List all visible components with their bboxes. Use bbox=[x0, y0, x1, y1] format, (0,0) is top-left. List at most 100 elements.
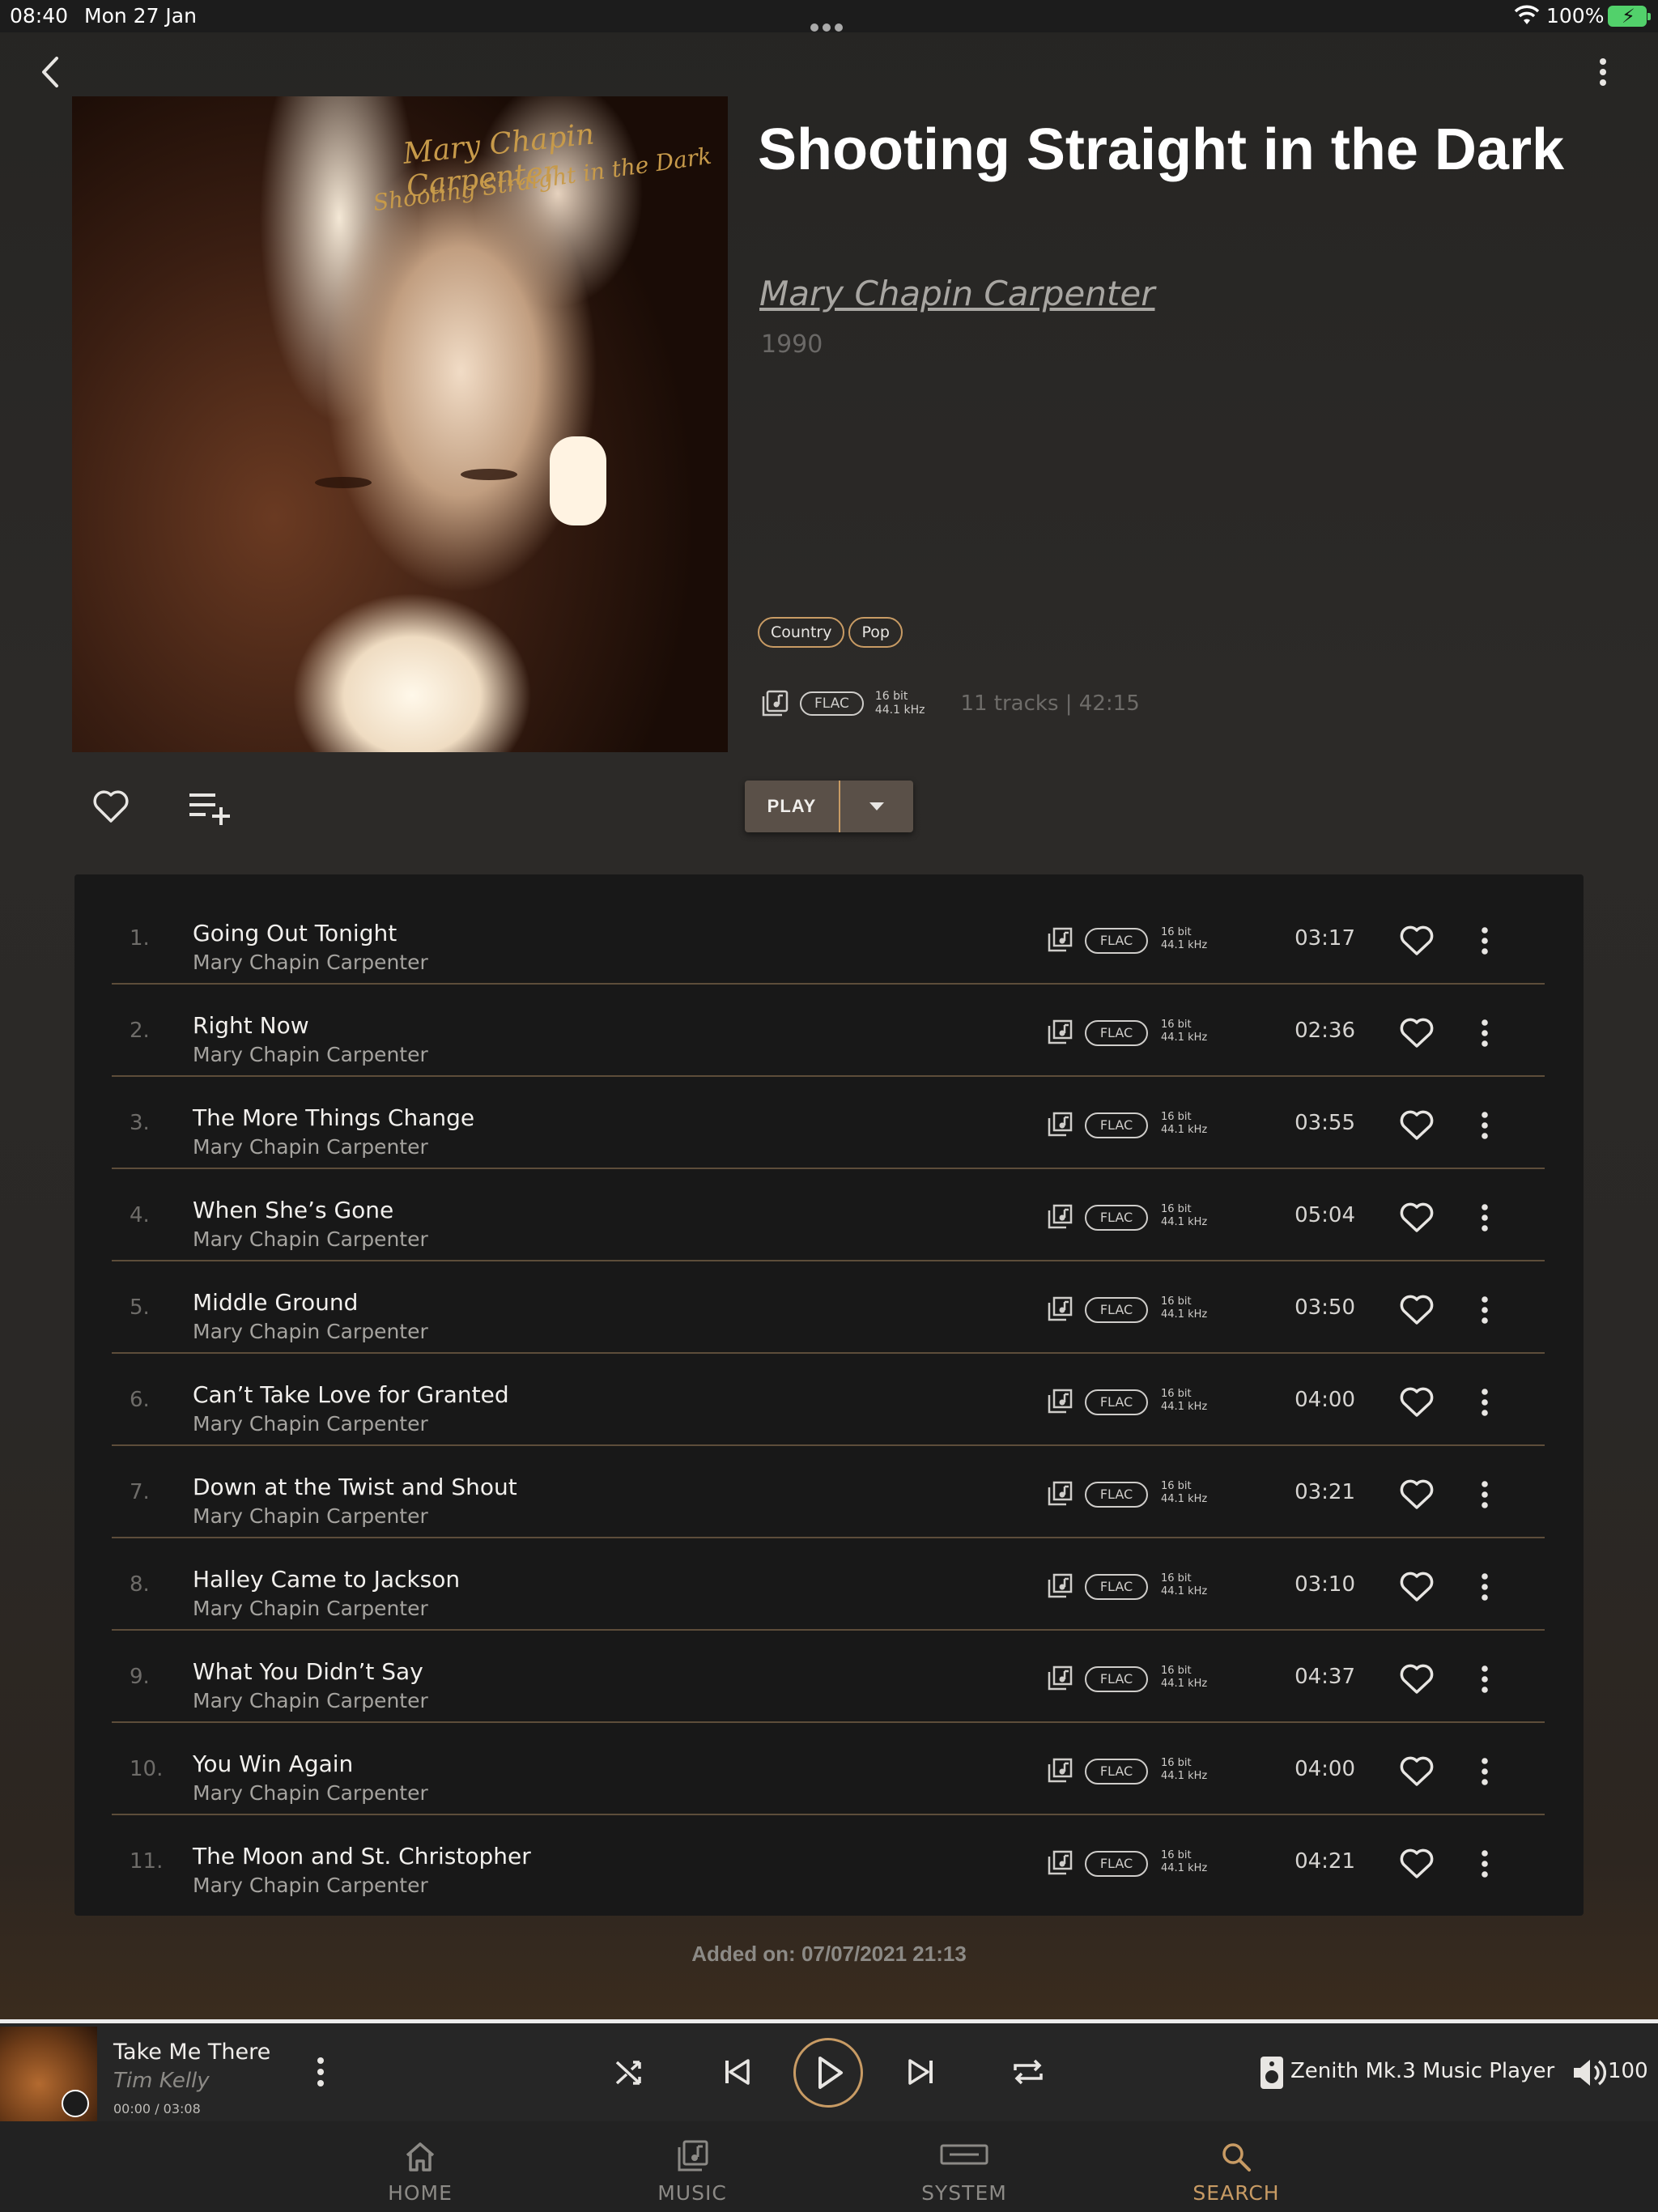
track-row[interactable]: 1. Going Out Tonight Mary Chapin Carpenter… bbox=[112, 892, 1545, 985]
track-title[interactable]: Can’t Take Love for Granted bbox=[193, 1381, 509, 1408]
library-music-icon bbox=[762, 690, 789, 717]
track-row[interactable]: 5. Middle Ground Mary Chapin Carpenter FLAC… bbox=[112, 1261, 1545, 1354]
play-options-dropdown[interactable] bbox=[840, 781, 913, 832]
format-badge: FLAC bbox=[1085, 1112, 1148, 1138]
track-row[interactable]: 7. Down at the Twist and Shout Mary Chapin… bbox=[112, 1446, 1545, 1538]
back-button[interactable] bbox=[36, 53, 65, 91]
library-music-icon bbox=[1048, 1850, 1073, 1875]
format-badge: FLAC bbox=[1085, 1482, 1148, 1508]
track-more-options-icon[interactable] bbox=[1477, 1663, 1493, 1695]
play-pause-button[interactable] bbox=[793, 2038, 863, 2108]
track-row[interactable]: 2. Right Now Mary Chapin Carpenter FLAC 16 b… bbox=[112, 985, 1545, 1077]
track-row[interactable]: 10. You Win Again Mary Chapin Carpenter FLA… bbox=[112, 1723, 1545, 1815]
track-title[interactable]: You Win Again bbox=[193, 1750, 353, 1777]
favorite-heart-icon[interactable] bbox=[1399, 1663, 1435, 1695]
track-more-options-icon[interactable] bbox=[1477, 1202, 1493, 1234]
repeat-icon[interactable] bbox=[1010, 2054, 1046, 2090]
track-title[interactable]: What You Didn’t Say bbox=[193, 1658, 423, 1685]
album-artist-link[interactable]: Mary Chapin Carpenter bbox=[759, 274, 1154, 313]
volume-icon[interactable] bbox=[1571, 2056, 1606, 2090]
tab-music-label: MUSIC bbox=[657, 2181, 727, 2205]
genre-tag-country[interactable]: Country bbox=[758, 617, 845, 648]
album-year: 1990 bbox=[761, 330, 823, 359]
favorite-heart-icon[interactable] bbox=[1399, 1571, 1435, 1603]
favorite-heart-icon[interactable] bbox=[1399, 1755, 1435, 1788]
now-playing-artwork[interactable] bbox=[0, 2027, 97, 2122]
track-row[interactable]: 6. Can’t Take Love for Granted Mary Chapin… bbox=[112, 1354, 1545, 1446]
track-more-options-icon[interactable] bbox=[1477, 1755, 1493, 1788]
track-more-options-icon[interactable] bbox=[1477, 1109, 1493, 1142]
track-more-options-icon[interactable] bbox=[1477, 1294, 1493, 1326]
format-badge: FLAC bbox=[1085, 1851, 1148, 1877]
bit-depth: 16 bit bbox=[874, 690, 908, 703]
album-cover: Mary Chapin Carpenter Shooting Straight … bbox=[72, 96, 728, 752]
favorite-heart-icon[interactable] bbox=[1399, 925, 1435, 957]
next-track-icon[interactable] bbox=[903, 2054, 939, 2090]
favorite-heart-icon[interactable] bbox=[1399, 1109, 1435, 1142]
sample-rate: 44.1 kHz bbox=[1161, 1216, 1208, 1228]
format-badge: FLAC bbox=[1085, 1666, 1148, 1692]
more-options-button[interactable] bbox=[1587, 53, 1619, 91]
previous-track-icon[interactable] bbox=[719, 2054, 755, 2090]
audio-resolution: 16 bit 44.1 kHz bbox=[1161, 1388, 1207, 1414]
favorite-heart-icon[interactable] bbox=[1399, 1294, 1435, 1326]
track-duration: 03:17 bbox=[1295, 926, 1355, 951]
track-row[interactable]: 4. When She’s Gone Mary Chapin Carpenter FL… bbox=[112, 1169, 1545, 1261]
track-more-options-icon[interactable] bbox=[1477, 1386, 1493, 1419]
home-icon bbox=[406, 2142, 435, 2172]
track-title[interactable]: The Moon and St. Christopher bbox=[193, 1843, 531, 1870]
track-duration: 04:00 bbox=[1295, 1388, 1355, 1412]
add-to-queue-icon[interactable] bbox=[188, 790, 232, 826]
favorite-heart-icon[interactable] bbox=[1399, 1202, 1435, 1234]
tab-system-label: SYSTEM bbox=[921, 2181, 1007, 2205]
multitasking-dots-icon[interactable] bbox=[810, 13, 848, 32]
tab-home[interactable]: HOME bbox=[339, 2121, 501, 2212]
play-button[interactable]: PLAY bbox=[745, 781, 840, 832]
now-playing-title[interactable]: Take Me There bbox=[113, 2040, 270, 2065]
track-title[interactable]: Middle Ground bbox=[193, 1289, 358, 1316]
track-more-options-icon[interactable] bbox=[1477, 1478, 1493, 1511]
favorite-heart-icon[interactable] bbox=[1399, 1386, 1435, 1419]
track-row[interactable]: 3. The More Things Change Mary Chapin Carp… bbox=[112, 1077, 1545, 1169]
favorite-heart-icon[interactable] bbox=[1399, 1848, 1435, 1880]
now-playing-more-icon[interactable] bbox=[312, 2054, 329, 2090]
track-title[interactable]: When She’s Gone bbox=[193, 1197, 393, 1223]
track-duration: 04:21 bbox=[1295, 1849, 1355, 1874]
bit-depth: 16 bit bbox=[1161, 1019, 1192, 1031]
track-title[interactable]: Halley Came to Jackson bbox=[193, 1566, 460, 1593]
track-more-options-icon[interactable] bbox=[1477, 1571, 1493, 1603]
track-title[interactable]: Right Now bbox=[193, 1012, 309, 1039]
tab-search[interactable]: SEARCH bbox=[1155, 2121, 1317, 2212]
tab-system[interactable]: SYSTEM bbox=[883, 2121, 1045, 2212]
track-artist: Mary Chapin Carpenter bbox=[193, 951, 428, 974]
sample-rate: 44.1 kHz bbox=[1161, 939, 1208, 951]
track-title[interactable]: Going Out Tonight bbox=[193, 920, 397, 946]
track-title[interactable]: The More Things Change bbox=[193, 1104, 474, 1131]
favorite-heart-icon[interactable] bbox=[1399, 1478, 1435, 1511]
favorite-album-heart-icon[interactable] bbox=[92, 789, 130, 824]
audio-resolution: 16 bit 44.1 kHz bbox=[1161, 1480, 1207, 1506]
track-artist: Mary Chapin Carpenter bbox=[193, 1874, 428, 1897]
format-badge: FLAC bbox=[1085, 1389, 1148, 1415]
audio-resolution: 16 bit 44.1 kHz bbox=[1161, 1757, 1207, 1783]
track-artist: Mary Chapin Carpenter bbox=[193, 1597, 428, 1620]
album-summary: 11 tracks | 42:15 bbox=[960, 691, 1140, 716]
output-device-name[interactable]: Zenith Mk.3 Music Player bbox=[1290, 2059, 1554, 2083]
favorite-heart-icon[interactable] bbox=[1399, 1017, 1435, 1049]
track-row[interactable]: 8. Halley Came to Jackson Mary Chapin Carp… bbox=[112, 1538, 1545, 1631]
genre-tag-pop[interactable]: Pop bbox=[848, 617, 903, 648]
bit-depth: 16 bit bbox=[1161, 1388, 1192, 1400]
track-row[interactable]: 9. What You Didn’t Say Mary Chapin Carpent… bbox=[112, 1631, 1545, 1723]
shuffle-icon[interactable] bbox=[612, 2054, 648, 2090]
status-date: Mon 27 Jan bbox=[84, 4, 197, 28]
track-title[interactable]: Down at the Twist and Shout bbox=[193, 1474, 517, 1500]
tab-music[interactable]: MUSIC bbox=[611, 2121, 773, 2212]
track-more-options-icon[interactable] bbox=[1477, 1017, 1493, 1049]
track-number: 6. bbox=[130, 1388, 150, 1412]
track-more-options-icon[interactable] bbox=[1477, 925, 1493, 957]
track-more-options-icon[interactable] bbox=[1477, 1848, 1493, 1880]
cover-eye bbox=[315, 477, 372, 488]
library-music-icon bbox=[1048, 927, 1073, 952]
track-row[interactable]: 11. The Moon and St. Christopher Mary Chap… bbox=[112, 1815, 1545, 1908]
audio-resolution: 16 bit 44.1 kHz bbox=[1161, 1295, 1207, 1321]
